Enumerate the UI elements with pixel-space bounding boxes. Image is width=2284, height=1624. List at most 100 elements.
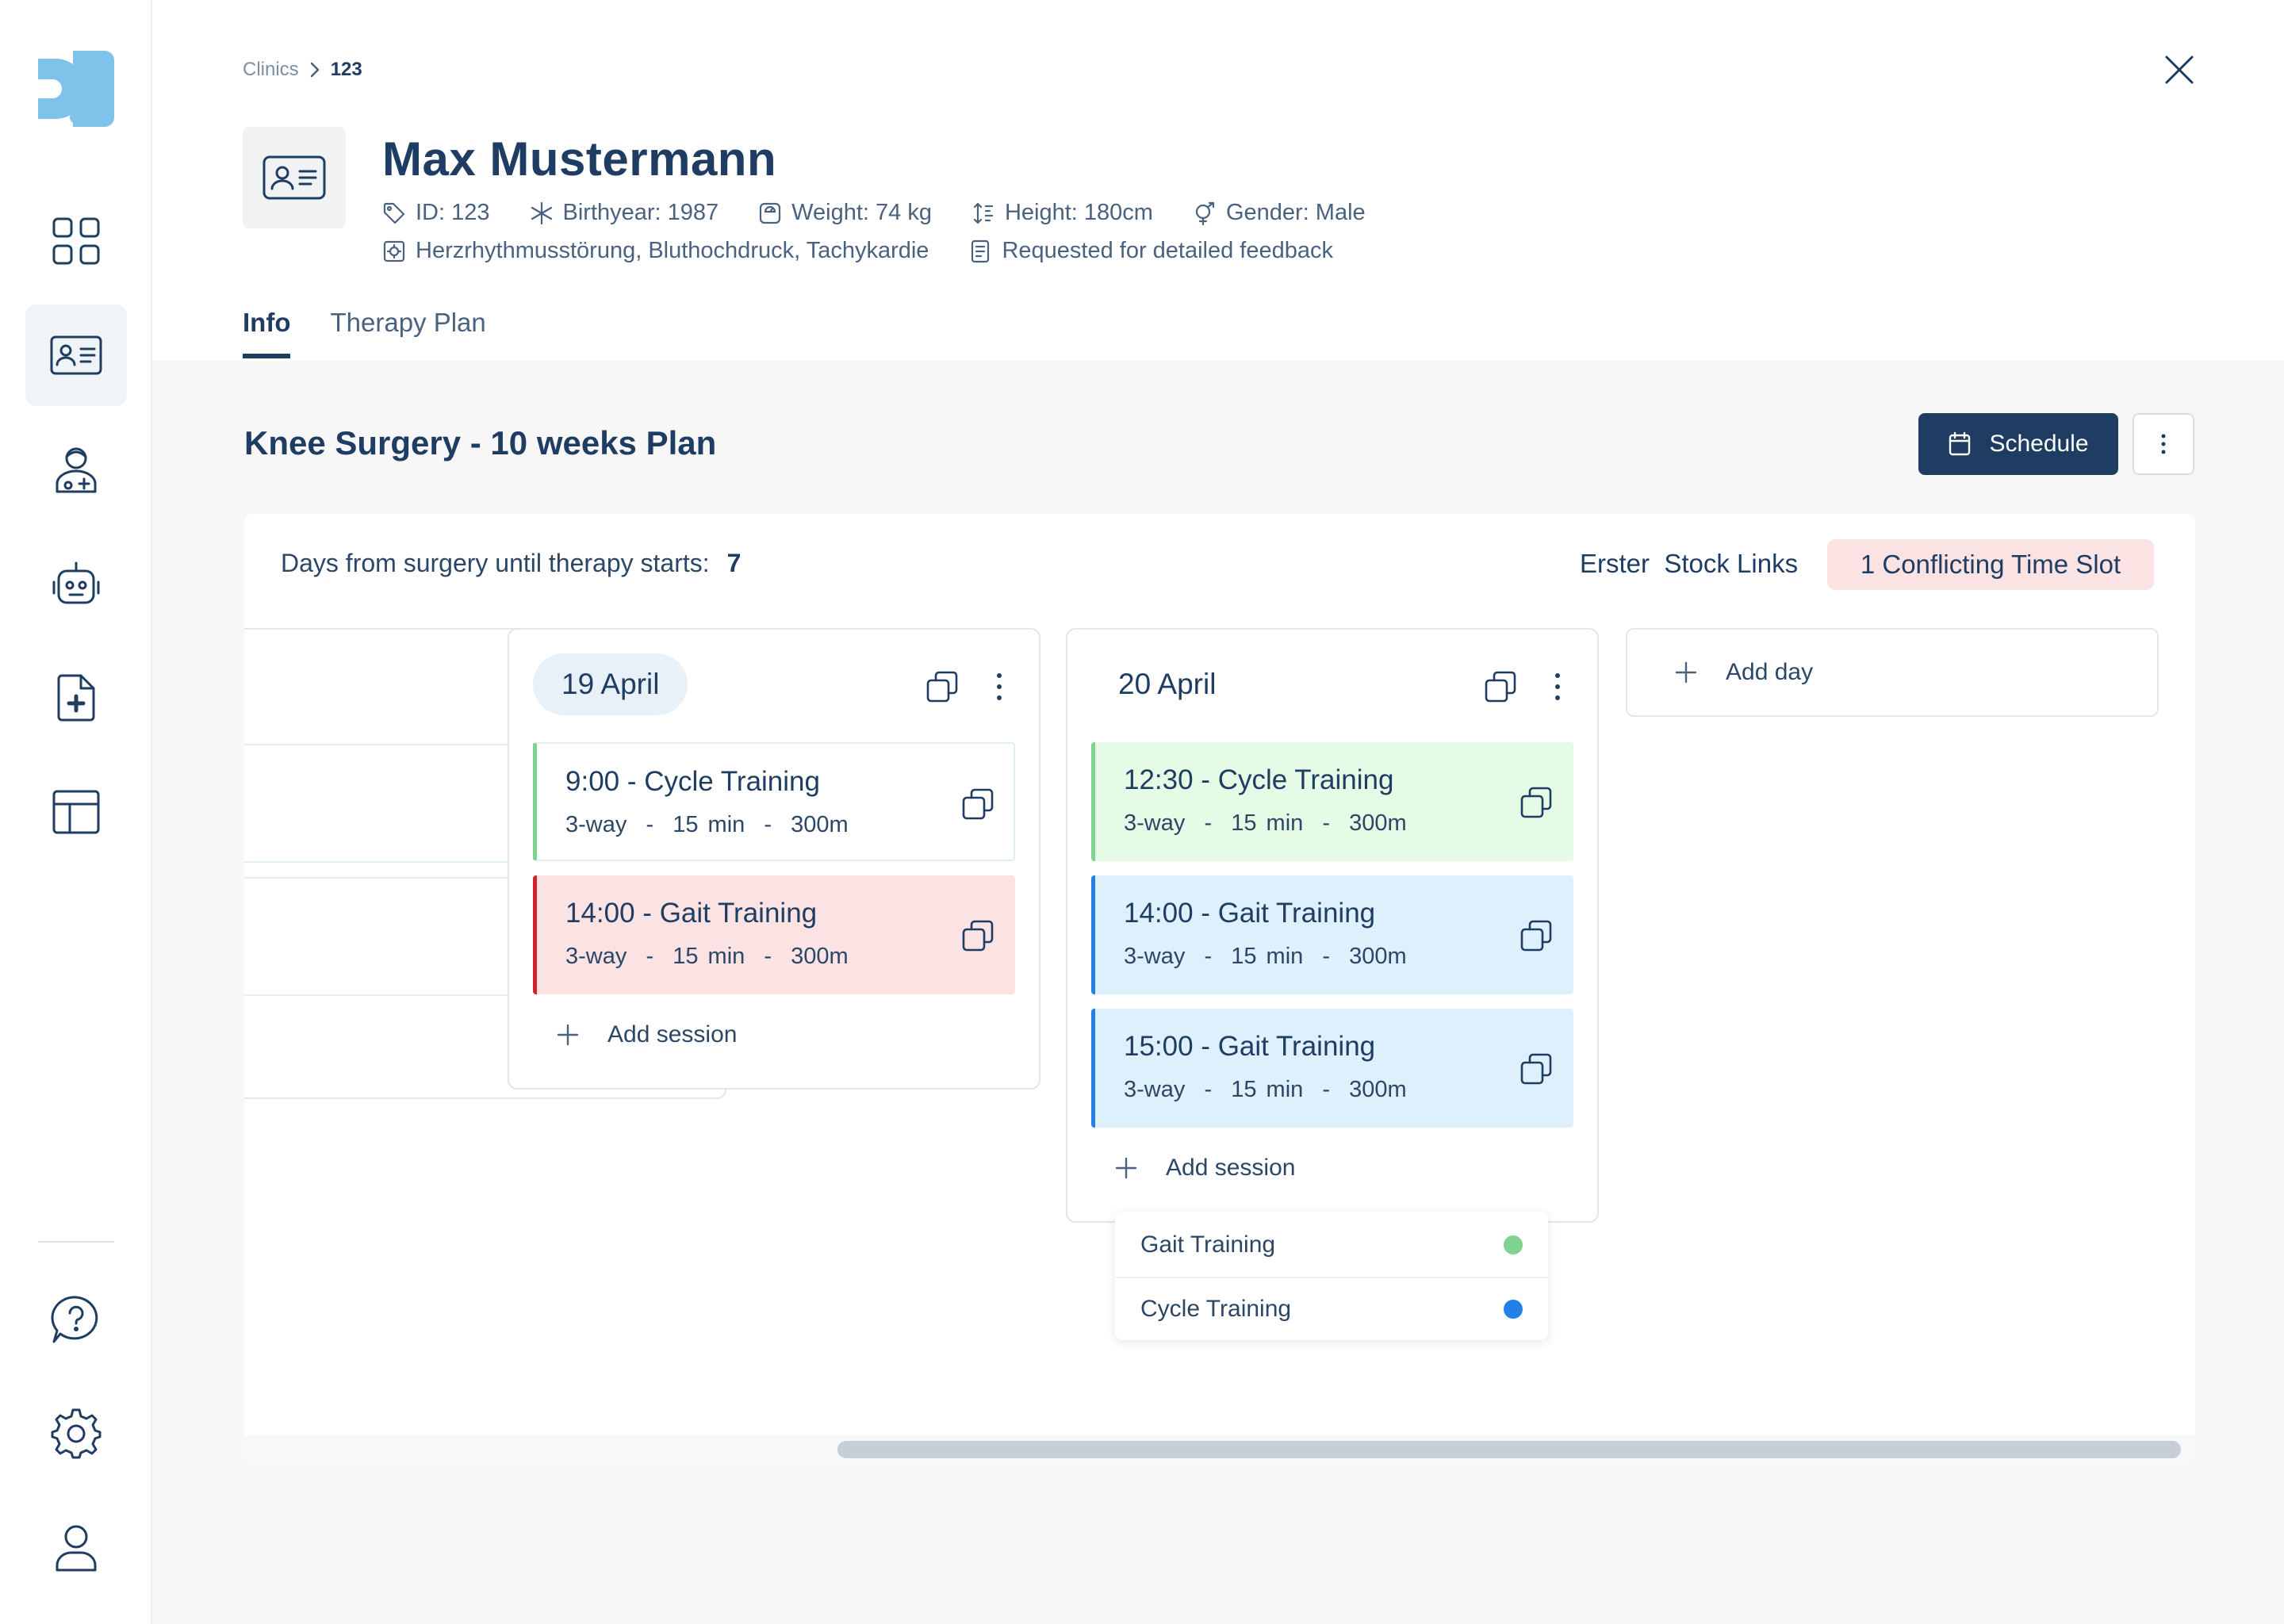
calendar-icon — [1949, 431, 1971, 456]
patient-gender-text: Gender: Male — [1225, 200, 1366, 225]
sidebar-item-patients[interactable] — [25, 304, 127, 406]
plus-icon — [1115, 1157, 1137, 1179]
chevron-right-icon — [310, 62, 319, 78]
session-meta: 3-way - 15 min - 300m — [565, 944, 849, 969]
asterisk-icon — [531, 201, 552, 224]
patient-gender: Gender: Male — [1193, 200, 1366, 226]
user-icon — [56, 1525, 97, 1572]
days-until-therapy-label: Days from surgery until therapy starts: — [281, 549, 710, 577]
session-title: 14:00 - Gait Training — [565, 898, 818, 929]
patient-feedback-text: Requested for detailed feedback — [1002, 238, 1334, 263]
app-logo[interactable] — [38, 51, 114, 127]
copy-icon[interactable] — [1519, 785, 1554, 820]
patient-id-text: ID: 123 — [416, 200, 490, 225]
grid-icon — [52, 217, 100, 265]
patient-weight: Weight: 74 kg — [758, 200, 932, 226]
menu-item-label: Gait Training — [1140, 1231, 1276, 1258]
plan-board: Days from surgery until therapy starts: 7… — [244, 514, 2195, 1463]
patient-header: Clinics 123 Max Mustermann ID: 123 Birth… — [152, 0, 2284, 361]
location-label: Erster Stock Links — [1580, 549, 1799, 578]
days-until-therapy-value: 7 — [726, 549, 742, 577]
menu-item-gait-training[interactable]: Gait Training — [1115, 1213, 1548, 1277]
menu-item-cycle-training[interactable]: Cycle Training — [1115, 1277, 1548, 1340]
close-icon — [2165, 56, 2194, 84]
patient-tabs: Info Therapy Plan — [243, 308, 486, 358]
session-card[interactable]: 14:00 - Gait Training 3-way - 15 min - 3… — [1091, 875, 1573, 994]
session-type-menu: Gait Training Cycle Training — [1115, 1212, 1548, 1340]
schedule-button[interactable]: Schedule — [1918, 413, 2118, 475]
copy-icon[interactable] — [960, 787, 995, 822]
sidebar-divider — [38, 1241, 114, 1243]
session-card[interactable]: 15:00 - Gait Training 3-way - 15 min - 3… — [1091, 1009, 1573, 1128]
scale-icon — [760, 202, 781, 224]
sidebar-item-doctors[interactable] — [25, 419, 127, 520]
session-title: 15:00 - Gait Training — [1124, 1031, 1376, 1062]
patient-notes-row: Herzrhythmusstörung, Bluthochdruck, Tach… — [382, 238, 1373, 264]
sidebar — [0, 0, 152, 1624]
status-dot — [1504, 1300, 1523, 1319]
tag-icon — [383, 202, 405, 224]
patient-id: ID: 123 — [382, 200, 490, 226]
copy-icon[interactable] — [1519, 918, 1554, 953]
status-dot — [1504, 1235, 1523, 1254]
sidebar-item-help[interactable] — [25, 1269, 127, 1370]
sidebar-item-dashboard[interactable] — [25, 190, 127, 292]
add-session-label: Add session — [607, 1021, 738, 1048]
file-plus-icon — [57, 674, 95, 722]
breadcrumb-clinics[interactable]: Clinics — [243, 59, 299, 81]
plan-more-button[interactable] — [2133, 413, 2194, 475]
copy-icon[interactable] — [1519, 1051, 1554, 1086]
more-vertical-icon — [2161, 434, 2166, 454]
add-session-label: Add session — [1166, 1155, 1296, 1181]
session-meta: 3-way - 15 min - 300m — [1124, 944, 1407, 969]
plan-title: Knee Surgery - 10 weeks Plan — [244, 424, 717, 462]
sidebar-item-robots[interactable] — [25, 533, 127, 634]
add-session-button[interactable]: Add session — [557, 1021, 737, 1048]
session-card[interactable]: 9:00 - Cycle Training 3-way - 15 min - 3… — [533, 742, 1015, 861]
patient-height: Height: 180cm — [971, 200, 1153, 226]
condition-icon — [383, 240, 405, 262]
horizontal-scrollbar-thumb[interactable] — [837, 1441, 2181, 1458]
tab-info[interactable]: Info — [243, 308, 291, 358]
add-day-button[interactable]: Add day — [1626, 628, 2159, 717]
session-card-conflict[interactable]: 14:00 - Gait Training 3-way - 15 min - 3… — [533, 875, 1015, 994]
sidebar-item-settings[interactable] — [25, 1383, 127, 1484]
add-session-button[interactable]: Add session — [1115, 1155, 1295, 1182]
patient-weight-text: Weight: 74 kg — [791, 200, 932, 225]
patient-conditions-text: Herzrhythmusstörung, Bluthochdruck, Tach… — [416, 238, 929, 263]
tab-therapy-plan[interactable]: Therapy Plan — [330, 308, 485, 358]
day-column-20-april: 20 April 12:30 - Cycle Training 3-way - … — [1066, 628, 1599, 1223]
copy-icon[interactable] — [1483, 669, 1518, 704]
patient-conditions: Herzrhythmusstörung, Bluthochdruck, Tach… — [382, 238, 929, 264]
patient-avatar — [243, 127, 346, 228]
days-until-therapy: Days from surgery until therapy starts: 7 — [281, 549, 741, 578]
add-day-label: Add day — [1726, 659, 1814, 685]
copy-icon[interactable] — [960, 918, 995, 953]
more-vertical-icon[interactable] — [1550, 671, 1565, 703]
session-card[interactable]: 12:30 - Cycle Training 3-way - 15 min - … — [1091, 742, 1573, 861]
sidebar-item-medical-records[interactable] — [25, 647, 127, 749]
doctor-icon — [56, 447, 97, 493]
id-card-icon — [50, 335, 102, 375]
breadcrumb-current: 123 — [330, 59, 362, 80]
patient-meta-row: ID: 123 Birthyear: 1987 Weight: 74 kg He… — [382, 200, 1405, 226]
menu-item-label: Cycle Training — [1140, 1296, 1292, 1322]
copy-icon[interactable] — [925, 669, 960, 704]
height-icon — [973, 202, 994, 224]
more-vertical-icon[interactable] — [991, 671, 1007, 703]
session-title: 12:30 - Cycle Training — [1124, 764, 1394, 795]
close-button[interactable] — [2159, 49, 2200, 90]
help-icon — [51, 1296, 98, 1343]
patient-height-text: Height: 180cm — [1004, 200, 1153, 225]
breadcrumb: Clinics 123 — [243, 59, 362, 81]
sidebar-item-layout[interactable] — [25, 761, 127, 863]
layout-icon — [52, 790, 100, 834]
patient-birthyear-text: Birthyear: 1987 — [562, 200, 719, 225]
day-label: 19 April — [533, 653, 688, 715]
sidebar-item-profile[interactable] — [25, 1497, 127, 1599]
session-meta: 3-way - 15 min - 300m — [1124, 810, 1407, 836]
day-label: 20 April — [1118, 668, 1217, 700]
schedule-button-label: Schedule — [1989, 431, 2089, 457]
session-meta: 3-way - 15 min - 300m — [1124, 1077, 1407, 1102]
conflict-badge[interactable]: 1 Conflicting Time Slot — [1827, 539, 2154, 590]
